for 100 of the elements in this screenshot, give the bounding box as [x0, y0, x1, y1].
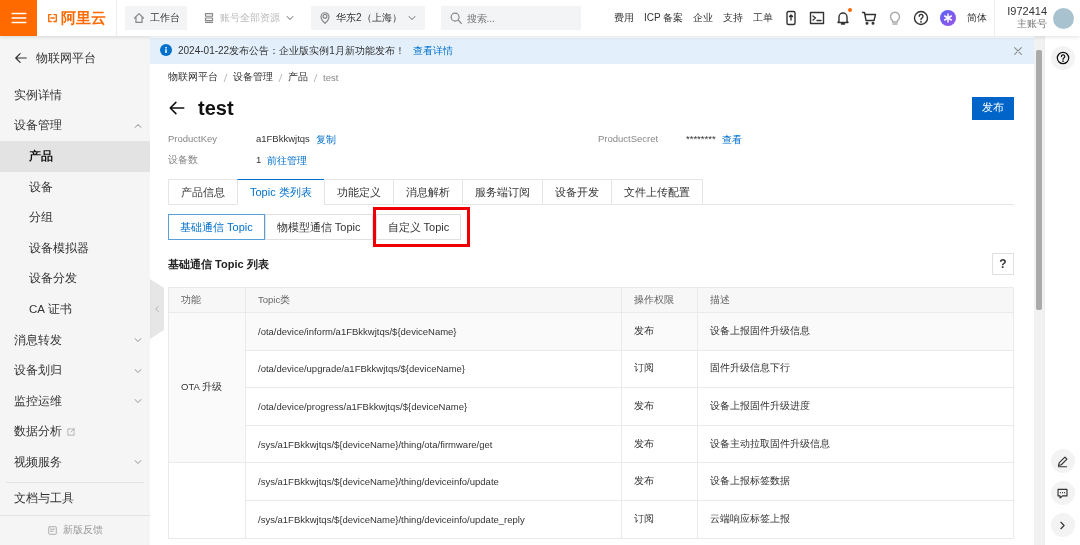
column-header: 描述	[697, 287, 1014, 313]
info-icon	[160, 44, 172, 58]
chevron-left-icon	[152, 304, 162, 314]
column-header: 操作权限	[621, 287, 698, 313]
nav-link[interactable]: ICP 备案	[638, 11, 689, 25]
menu-button[interactable]	[0, 0, 37, 36]
chat-icon	[1056, 486, 1069, 500]
terminal-icon[interactable]	[809, 10, 826, 26]
table-cell: /sys/a1FBkkwjtqs/${deviceName}/thing/ota/firmware/get	[245, 425, 622, 463]
user-name[interactable]: I972414	[1007, 5, 1047, 17]
notice-text: 2024-01-22发布公告：企业版实例1月新功能发布！	[178, 44, 405, 58]
notice-link[interactable]: 查看详情	[412, 44, 453, 58]
help-button[interactable]	[1050, 46, 1075, 70]
table-cell: 固件升级信息下行	[697, 350, 1014, 388]
tab[interactable]: 设备开发	[541, 179, 611, 205]
search-field[interactable]: 搜索...	[440, 6, 581, 30]
scrollbar[interactable]	[1034, 36, 1044, 545]
tab[interactable]: Topic 类列表	[237, 179, 324, 205]
table-cell: 设备主动拉取固件升级信息	[697, 425, 1014, 463]
table-cell: /ota/device/progress/a1FBkkwjtqs/${deviceName}	[245, 387, 622, 426]
nav-link[interactable]: 支持	[718, 11, 749, 25]
sidebar-item[interactable]: 设备管理	[0, 110, 150, 142]
edit-button[interactable]	[1050, 449, 1075, 473]
table-cell: 发布	[621, 387, 698, 426]
table-cell: /sys/a1FBkkwjtqs/${deviceName}/thing/deviceinfo/update_reply	[245, 500, 622, 539]
breadcrumb-link[interactable]: 物联网平台	[168, 71, 218, 84]
cart-icon[interactable]	[861, 10, 878, 26]
table-cell: 发布	[621, 425, 698, 463]
tab[interactable]: 文件上传配置	[610, 179, 703, 205]
back-arrow-icon[interactable]	[168, 99, 186, 117]
sidebar-item[interactable]: 视频服务	[0, 447, 150, 478]
help-icon[interactable]	[913, 10, 930, 26]
chevron-right-button[interactable]	[1050, 513, 1075, 537]
sidebar-item[interactable]: 设备模拟器	[0, 232, 150, 264]
page-title: test	[198, 96, 234, 120]
stack-icon	[202, 11, 216, 25]
nav-link[interactable]: 工单	[748, 11, 779, 25]
sub-tab[interactable]: 自定义 Topic	[375, 214, 462, 240]
sidebar-item[interactable]: 实例详情	[0, 80, 150, 111]
table-cell: /ota/device/inform/a1FBkkwjtqs/${deviceName}	[245, 312, 622, 351]
brand-name: 阿里云	[61, 8, 106, 28]
sidebar-item[interactable]: 产品	[0, 141, 150, 172]
location-pin-icon	[318, 11, 332, 25]
sidebar-item[interactable]: 数据分析	[0, 416, 150, 448]
edit-icon	[1056, 454, 1069, 468]
help-button[interactable]: ?	[992, 253, 1014, 275]
table-cell: 发布	[621, 312, 698, 351]
sparkle-icon[interactable]	[940, 10, 957, 26]
table-cell: 云端响应标签上报	[697, 500, 1014, 539]
external-link-icon	[66, 426, 76, 437]
table-cell: 设备上报固件升级信息	[697, 312, 1014, 351]
back-arrow-icon	[14, 51, 28, 65]
table-cell: /ota/device/upgrade/a1FBkkwjtqs/${deviceName}	[245, 350, 622, 388]
sidebar-item[interactable]: 设备	[0, 171, 150, 203]
field-action-link[interactable]: 复制	[315, 133, 336, 147]
nav-link[interactable]: 企业	[688, 11, 719, 25]
sidebar-item[interactable]: CA 证书	[0, 294, 150, 325]
sidebar-item[interactable]: 分组	[0, 202, 150, 233]
field-action-link[interactable]: 查看	[721, 133, 742, 147]
table-cell: 设备上报标签数据	[697, 462, 1014, 501]
column-header: 功能	[168, 287, 246, 313]
language-link[interactable]: 简体	[962, 11, 993, 25]
workbench-button[interactable]: 工作台	[125, 6, 187, 30]
field-label: 设备数	[168, 154, 199, 167]
account-role: 主账号	[1016, 17, 1047, 31]
tab[interactable]: 产品信息	[168, 179, 237, 205]
column-header: Topic类	[245, 287, 622, 313]
table-cell: 发布	[621, 462, 698, 501]
field-label: ProductKey	[168, 133, 219, 146]
field-value: a1FBkkwjtqs	[256, 133, 310, 146]
sub-tab[interactable]: 基础通信 Topic	[168, 214, 265, 240]
table-cell: 订阅	[621, 350, 698, 388]
sidebar-item[interactable]: 设备分发	[0, 263, 150, 295]
publish-button[interactable]: 发布	[972, 96, 1014, 120]
sidebar-item[interactable]: 监控运维	[0, 385, 150, 417]
sub-tab[interactable]: 物模型通信 Topic	[264, 214, 373, 240]
nav-link[interactable]: 费用	[608, 11, 639, 25]
sidebar-item[interactable]: 设备划归	[0, 355, 150, 386]
home-icon	[132, 11, 146, 25]
field-value: 1	[256, 154, 262, 167]
tab[interactable]: 服务端订阅	[461, 179, 542, 205]
tab[interactable]: 消息解析	[392, 179, 462, 205]
tab[interactable]: 功能定义	[323, 179, 393, 205]
sidebar-item[interactable]: 文档与工具	[0, 482, 150, 514]
section-title: 基础通信 Topic 列表	[168, 256, 269, 272]
region-select[interactable]: 华东2（上海）	[311, 6, 425, 30]
field-action-link[interactable]: 前往管理	[267, 154, 308, 168]
current-page-label: test	[323, 72, 339, 83]
comment-icon	[47, 525, 58, 536]
close-icon[interactable]	[1012, 45, 1024, 57]
breadcrumb-link[interactable]: 产品	[288, 71, 308, 84]
breadcrumb-link[interactable]: 设备管理	[233, 71, 273, 84]
table-cell: OTA 升级	[168, 312, 246, 463]
sidebar-item[interactable]: 消息转发	[0, 324, 150, 356]
help-icon	[1055, 51, 1070, 65]
search-icon	[448, 11, 463, 25]
bell-icon[interactable]	[835, 10, 852, 26]
chat-button[interactable]	[1050, 481, 1075, 505]
sidebar-back-link[interactable]: 物联网平台	[0, 36, 150, 80]
field-value: ********	[686, 133, 716, 146]
